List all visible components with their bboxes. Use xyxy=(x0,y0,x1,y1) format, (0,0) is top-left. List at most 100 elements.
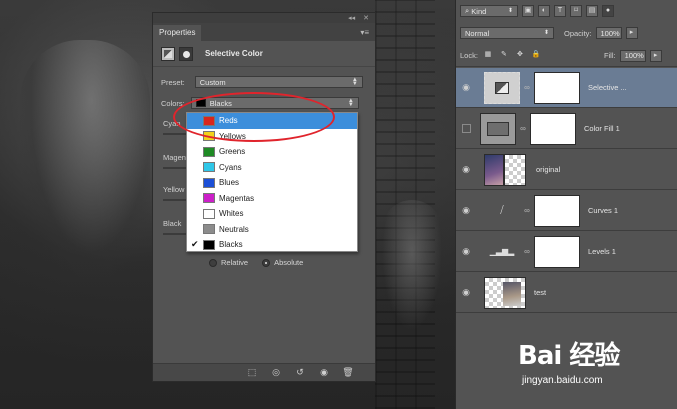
layer-name: Curves 1 xyxy=(588,206,619,215)
mask-icon[interactable] xyxy=(179,46,193,61)
preset-select[interactable]: Custom ▲ ▼ xyxy=(194,76,363,88)
filter-smart-icon[interactable]: ▤ xyxy=(586,5,598,17)
blend-mode-select[interactable]: Normal ⬍ xyxy=(460,27,554,39)
white-swatch xyxy=(203,208,215,219)
yellow-label: Yellow xyxy=(163,185,185,194)
layer-name: Selective ... xyxy=(588,83,627,92)
adjustment-title: Selective Color xyxy=(205,49,263,58)
fill-label: Fill: xyxy=(603,51,616,60)
image-thumbnail xyxy=(484,153,526,186)
fill-dropdown-icon[interactable]: ▸ xyxy=(649,49,662,62)
absolute-radio[interactable] xyxy=(262,258,271,267)
chain-link-icon[interactable]: ∞ xyxy=(520,247,534,256)
eye-icon[interactable]: ◉ xyxy=(456,287,476,298)
dropdown-option-blacks[interactable]: ✔ Blacks xyxy=(187,237,357,253)
chain-link-icon[interactable]: ∞ xyxy=(516,124,530,133)
eye-icon[interactable]: ◉ xyxy=(456,82,476,93)
magenta-label: Magen xyxy=(163,153,186,162)
adjustment-icon[interactable] xyxy=(161,46,175,61)
dropdown-option-whites[interactable]: Whites xyxy=(187,206,357,222)
filter-adjustment-icon[interactable]: ◐ xyxy=(538,5,550,17)
magenta-swatch xyxy=(203,193,215,204)
watermark-url: jingyan.baidu.com xyxy=(522,375,603,386)
layer-name: Color Fill 1 xyxy=(584,124,620,133)
panel-titlebar: ◂◂ ✕ xyxy=(153,13,375,23)
panel-menu-icon[interactable]: ▾≡ xyxy=(360,28,369,41)
select-arrows-icon: ⬍ xyxy=(543,30,549,36)
lock-transparent-icon[interactable]: ▦ xyxy=(482,50,494,62)
relative-radio[interactable] xyxy=(209,258,217,267)
option-label: Magentas xyxy=(219,193,255,203)
collapse-panel-icon[interactable]: ◂◂ xyxy=(348,14,355,22)
filter-toggle-icon[interactable]: ● xyxy=(602,5,614,17)
tab-properties[interactable]: Properties xyxy=(153,25,202,41)
layer-name: Levels 1 xyxy=(588,247,616,256)
lock-fill-bar: Lock: ▦ ✎ ✥ 🔒 Fill: 100% ▸ xyxy=(456,45,677,67)
layer-name: original xyxy=(536,165,561,174)
baidu-watermark: Bai 经验 jingyan.baidu.com xyxy=(518,335,658,395)
select-arrows-icon: ▲ ▼ xyxy=(351,77,358,87)
view-previous-icon[interactable]: ◎ xyxy=(269,367,283,378)
filter-kind-select[interactable]: ⌕ Kind ⬍ xyxy=(460,5,518,17)
filter-shape-icon[interactable]: ⌑ xyxy=(570,5,582,17)
layer-row[interactable]: ◉ test xyxy=(456,273,677,313)
levels-icon: ▁▃▆▂ xyxy=(489,247,515,256)
layer-name: test xyxy=(534,288,547,297)
layer-row[interactable]: ◉ ▁▃▆▂ ∞ Levels 1 xyxy=(456,232,677,272)
filter-type-icon[interactable]: T xyxy=(554,5,566,17)
lock-move-icon[interactable]: ✥ xyxy=(514,50,526,62)
checkmark-icon: ✔ xyxy=(191,239,199,249)
fill-input[interactable]: 100% xyxy=(619,49,646,62)
filter-kind-value: Kind xyxy=(471,6,487,16)
curves-icon: ⧸ xyxy=(500,205,504,216)
reset-icon[interactable]: ↺ xyxy=(293,367,307,378)
curves-thumbnail: ⧸ xyxy=(484,195,520,227)
close-panel-icon[interactable]: ✕ xyxy=(363,14,369,22)
layer-row[interactable]: ∞ Color Fill 1 xyxy=(456,109,677,149)
fill-thumbnail xyxy=(480,112,516,145)
eye-icon[interactable]: ◉ xyxy=(456,164,476,175)
option-label: Greens xyxy=(219,147,246,157)
trash-icon[interactable]: 🗑 xyxy=(341,367,355,378)
layer-row[interactable]: ◉ ⧸ ∞ Curves 1 xyxy=(456,191,677,231)
absolute-label: Absolute xyxy=(274,258,304,267)
preset-row: Preset: Custom ▲ ▼ xyxy=(161,76,363,88)
color-fill-icon xyxy=(487,121,509,136)
dropdown-option-blues[interactable]: Blues xyxy=(187,175,357,191)
eye-icon[interactable]: ◉ xyxy=(456,205,476,216)
neutral-swatch xyxy=(203,224,215,235)
opacity-input[interactable]: 100% xyxy=(595,27,622,39)
eye-icon[interactable]: ◉ xyxy=(456,246,476,257)
opacity-value: 100% xyxy=(600,28,620,38)
dropdown-option-greens[interactable]: Greens xyxy=(187,144,357,160)
relative-label: Relative xyxy=(221,258,249,267)
layer-row[interactable]: ◉ ∞ Selective ... xyxy=(456,68,677,108)
dropdown-option-neutrals[interactable]: Neutrals xyxy=(187,222,357,238)
test-photo xyxy=(503,281,521,306)
dropdown-option-magentas[interactable]: Magentas xyxy=(187,191,357,207)
dropdown-option-cyans[interactable]: Cyans xyxy=(187,160,357,176)
green-swatch xyxy=(203,146,215,157)
visibility-icon[interactable]: ◉ xyxy=(317,367,331,378)
lock-all-icon[interactable]: 🔒 xyxy=(530,50,542,62)
filter-pixel-icon[interactable]: ▣ xyxy=(522,5,534,17)
chain-link-icon[interactable]: ∞ xyxy=(520,83,534,92)
lock-paint-icon[interactable]: ✎ xyxy=(498,50,510,62)
option-label: Neutrals xyxy=(219,224,249,234)
transparent-thumb xyxy=(504,153,526,186)
layer-row[interactable]: ◉ original xyxy=(456,150,677,190)
visibility-toggle[interactable] xyxy=(462,124,471,133)
panel-tab-row: Properties ▾≡ xyxy=(153,23,375,41)
option-label: Blacks xyxy=(219,240,243,250)
mask-thumbnail xyxy=(534,71,580,104)
opacity-dropdown-icon[interactable]: ▸ xyxy=(625,27,638,39)
chain-link-icon[interactable]: ∞ xyxy=(520,206,534,215)
select-arrows-icon: ▲ ▼ xyxy=(347,98,354,108)
clip-to-layer-icon[interactable]: ⬚ xyxy=(245,367,259,378)
black-label: Black xyxy=(163,219,182,228)
blend-mode-value: Normal xyxy=(465,28,490,38)
canvas-figure xyxy=(20,40,150,280)
preset-value: Custom xyxy=(199,77,226,87)
layer-filter-bar: ⌕ Kind ⬍ ▣ ◐ T ⌑ ▤ ● xyxy=(456,0,677,22)
option-label: Cyans xyxy=(219,162,242,172)
